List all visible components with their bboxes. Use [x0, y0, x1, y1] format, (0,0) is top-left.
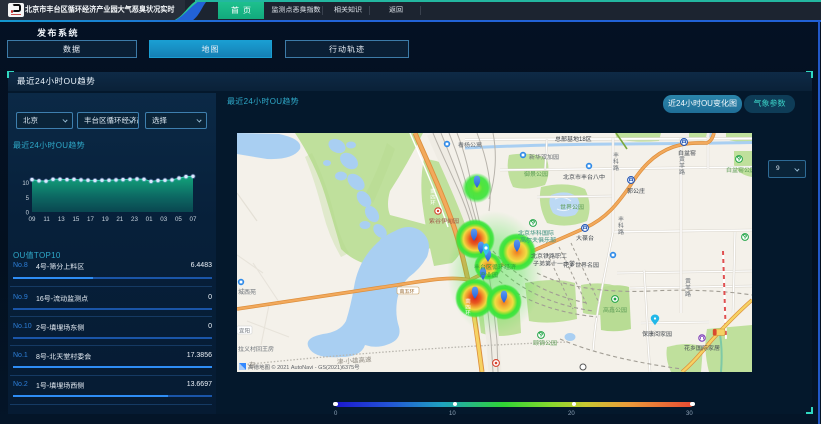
svg-text:保康阅家园: 保康阅家园 — [642, 330, 672, 338]
svg-text:白盆窑: 白盆窑 — [678, 149, 696, 157]
svg-text:白盆窑公园: 白盆窑公园 — [726, 166, 752, 174]
svg-text:宜阳: 宜阳 — [239, 328, 250, 335]
svg-text:北京铁路职工: 北京铁路职工 — [531, 252, 567, 260]
svg-text:03: 03 — [160, 216, 167, 223]
svg-text:世界公园: 世界公园 — [560, 204, 584, 211]
svg-text:01: 01 — [146, 216, 153, 223]
svg-text:高尔夫俱乐部: 高尔夫俱乐部 — [520, 236, 556, 244]
svg-text:09: 09 — [29, 216, 36, 223]
svg-text:看杨公寓: 看杨公寓 — [458, 141, 482, 149]
svg-text:城西苑: 城西苑 — [238, 288, 256, 296]
svg-text:黄羊路: 黄羊路 — [679, 155, 685, 176]
svg-text:紫谷伊甸园: 紫谷伊甸园 — [429, 217, 459, 225]
svg-text:黄羊路: 黄羊路 — [685, 277, 691, 298]
svg-text:19: 19 — [102, 216, 109, 223]
svg-text:05: 05 — [175, 216, 182, 223]
svg-text:北京华科国际: 北京华科国际 — [518, 229, 554, 237]
svg-text:颐锦公园: 颐锦公园 — [533, 339, 557, 347]
svg-text:北京市丰台八中: 北京市丰台八中 — [563, 173, 605, 181]
svg-text:17: 17 — [87, 216, 94, 223]
svg-text:南四环: 南四环 — [430, 188, 436, 207]
svg-text:拉义村回王房: 拉义村回王房 — [238, 345, 274, 353]
svg-text:丰科路: 丰科路 — [618, 215, 624, 236]
svg-text:07: 07 — [190, 216, 197, 223]
svg-text:丰科路: 丰科路 — [613, 151, 619, 172]
svg-text:15: 15 — [72, 216, 79, 223]
svg-text:花乡国际家居: 花乡国际家居 — [684, 344, 720, 352]
svg-text:23: 23 — [131, 216, 138, 223]
svg-text:丰台区循环经济: 丰台区循环经济 — [474, 263, 516, 271]
svg-text:花乡世界名园: 花乡世界名园 — [563, 261, 599, 269]
svg-text:5: 5 — [26, 196, 30, 202]
svg-text:郭公庄: 郭公庄 — [627, 187, 645, 195]
svg-text:新华双加园: 新华双加园 — [529, 153, 559, 161]
svg-text:10: 10 — [22, 181, 29, 187]
svg-text:高德地图 © 2021 AutoNavi - GS(2021: 高德地图 © 2021 AutoNavi - GS(2021)6375号 — [248, 364, 360, 371]
svg-text:产业园: 产业园 — [480, 271, 498, 279]
svg-text:13: 13 — [58, 216, 65, 223]
svg-text:总部基地18区: 总部基地18区 — [555, 135, 592, 143]
svg-text:南五环: 南五环 — [400, 288, 415, 295]
svg-text:高鑫公园: 高鑫公园 — [603, 306, 627, 314]
svg-text:南四环: 南四环 — [465, 298, 471, 317]
svg-text:御景公园: 御景公园 — [524, 170, 548, 178]
svg-text:11: 11 — [43, 216, 50, 223]
svg-text:21: 21 — [116, 216, 123, 223]
svg-text:大葆台: 大葆台 — [576, 234, 594, 242]
